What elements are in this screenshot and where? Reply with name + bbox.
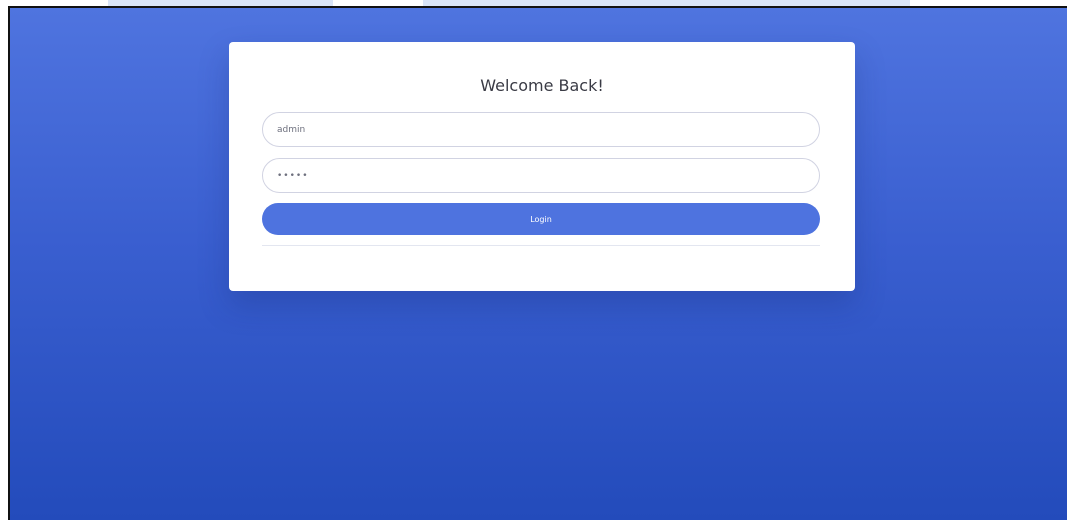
username-input[interactable] [262, 112, 820, 147]
password-input[interactable] [262, 158, 820, 193]
login-card: Welcome Back! Login [229, 42, 855, 291]
login-button[interactable]: Login [262, 203, 820, 235]
divider [262, 245, 820, 246]
page-viewport: Welcome Back! Login [8, 6, 1067, 520]
page-title: Welcome Back! [480, 76, 604, 95]
